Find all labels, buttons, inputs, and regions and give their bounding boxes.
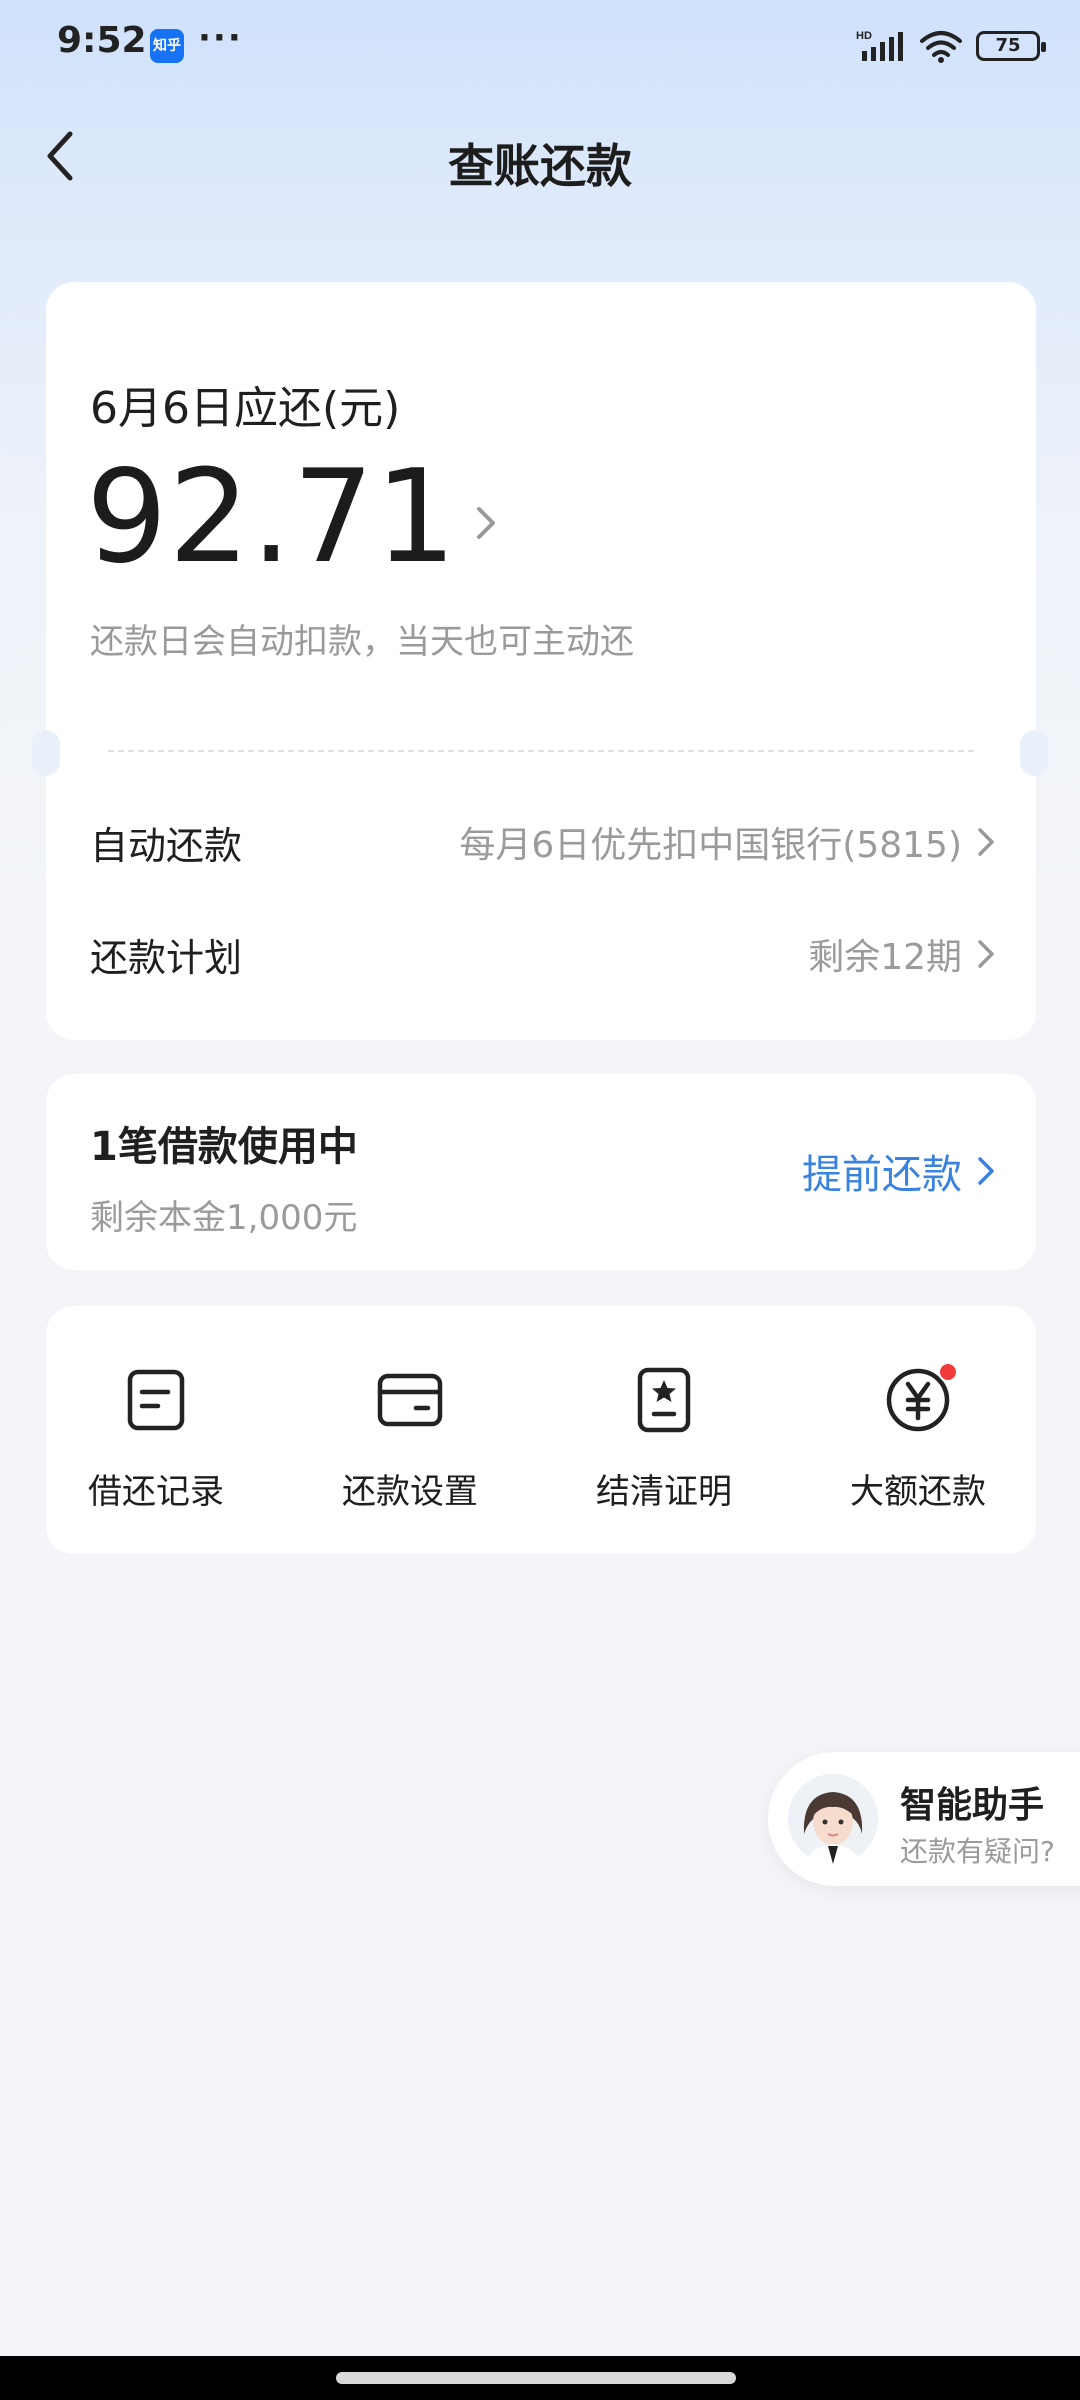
system-nav-bar <box>0 2356 1080 2400</box>
status-icons: HD 75 <box>856 24 1046 68</box>
assistant-subtitle: 还款有疑问? <box>900 1835 1055 1868</box>
amount-value: 92.71 <box>86 443 458 592</box>
record-icon <box>122 1366 190 1434</box>
network-type-label: HD <box>856 30 872 42</box>
action-large-repay[interactable]: 大额还款 <box>808 1362 1028 1513</box>
auto-repay-value-text: 每月6日优先扣中国银行(5815) <box>459 825 962 866</box>
status-time: 9:52 <box>57 20 147 61</box>
ticket-notch-right <box>1020 730 1048 776</box>
more-notifications-icon: ··· <box>198 18 243 58</box>
smart-assistant-button[interactable]: 智能助手 还款有疑问? <box>768 1752 1080 1886</box>
divider <box>108 750 974 752</box>
repay-plan-label: 还款计划 <box>90 935 243 980</box>
auto-repay-row[interactable]: 自动还款 每月6日优先扣中国银行(5815) <box>90 807 996 877</box>
remaining-principal: 剩余本金1,000元 <box>90 1198 358 1238</box>
prepay-button[interactable]: 提前还款 <box>802 1142 996 1200</box>
loan-title: 1笔借款使用中 <box>90 1124 358 1170</box>
due-date-label: 6月6日应还(元) <box>90 383 401 434</box>
action-borrow-records[interactable]: 借还记录 <box>46 1366 266 1513</box>
page-title: 查账还款 <box>448 139 632 193</box>
action-label: 大额还款 <box>850 1472 986 1512</box>
action-label: 还款设置 <box>342 1472 478 1512</box>
loan-card: 1笔借款使用中 剩余本金1,000元 提前还款 <box>46 1074 1036 1270</box>
chevron-right-icon <box>978 1157 994 1185</box>
repay-plan-row[interactable]: 还款计划 剩余12期 <box>90 919 996 989</box>
repay-plan-value: 剩余12期 <box>808 928 996 980</box>
action-repay-settings[interactable]: 还款设置 <box>300 1366 520 1513</box>
certificate-icon <box>630 1366 698 1434</box>
prepay-label: 提前还款 <box>802 1152 962 1198</box>
auto-repay-label: 自动还款 <box>90 823 243 868</box>
action-label: 借还记录 <box>88 1472 224 1512</box>
wifi-icon <box>920 31 962 63</box>
home-indicator[interactable] <box>336 2372 736 2384</box>
yuan-icon <box>884 1362 958 1434</box>
battery-icon: 75 <box>976 31 1046 61</box>
wallet-icon <box>376 1366 444 1434</box>
assistant-avatar <box>788 1774 878 1864</box>
chevron-right-icon <box>978 828 994 856</box>
quick-actions-card: 借还记录 还款设置 结清证明 大额还款 <box>46 1306 1036 1554</box>
ticket-notch-left <box>32 730 60 776</box>
signal-icon: HD <box>856 30 903 61</box>
auto-debit-note: 还款日会自动扣款，当天也可主动还 <box>90 622 634 662</box>
notification-dot <box>938 1362 958 1382</box>
status-bar: 9:52 知乎 ··· HD 75 <box>0 0 1080 90</box>
amount-due[interactable]: 92.71 <box>86 454 499 582</box>
zhihu-app-icon: 知乎 <box>150 29 184 63</box>
action-settlement-certificate[interactable]: 结清证明 <box>554 1366 774 1513</box>
action-label: 结清证明 <box>596 1472 732 1512</box>
chevron-right-icon <box>978 940 994 968</box>
bill-card: 6月6日应还(元) 92.71 还款日会自动扣款，当天也可主动还 自动还款 每月… <box>46 282 1036 1040</box>
assistant-title: 智能助手 <box>900 1785 1045 1826</box>
chevron-right-icon <box>477 507 496 539</box>
auto-repay-value: 每月6日优先扣中国银行(5815) <box>459 816 996 868</box>
repay-plan-value-text: 剩余12期 <box>808 937 962 978</box>
